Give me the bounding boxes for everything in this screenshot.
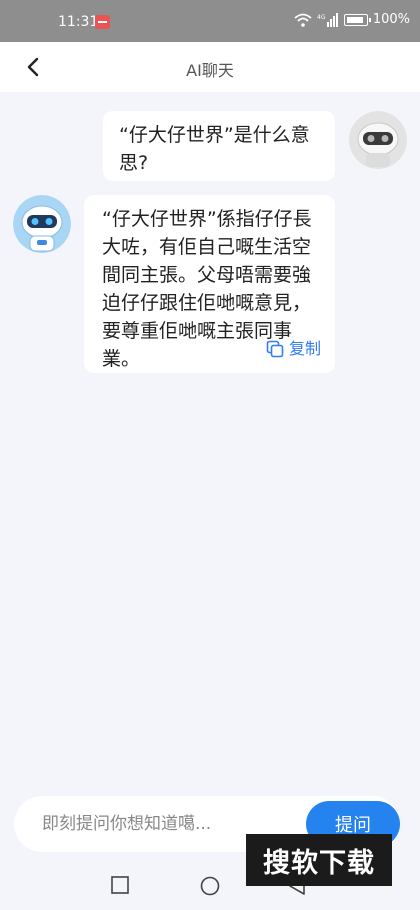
user-message-text: “仔大仔世界”是什么意思?	[119, 124, 310, 174]
status-icons: 4G 100%	[294, 12, 410, 27]
nav-square-icon[interactable]	[111, 876, 129, 894]
app-header: AI聊天	[0, 42, 420, 92]
nav-circle-icon[interactable]	[200, 876, 220, 896]
user-message-bubble: “仔大仔世界”是什么意思?	[103, 111, 335, 181]
battery-percent: 100%	[372, 12, 410, 27]
copy-icon	[266, 340, 284, 358]
app-notification-icon	[95, 15, 110, 29]
ai-message-bubble: “仔大仔世界”係指仔仔長大咗，有佢自己嘅生活空間同主張。父母唔需要強迫仔仔跟住佢…	[84, 195, 335, 373]
wifi-icon	[294, 13, 312, 27]
watermark: 搜软下载	[246, 834, 392, 886]
status-time: 11:31	[58, 14, 99, 30]
status-bar: 11:31 4G 100%	[0, 0, 420, 42]
user-avatar	[349, 111, 407, 169]
copy-label: 复制	[288, 339, 321, 358]
signal-icon: 4G	[317, 12, 338, 27]
page-title: AI聊天	[186, 61, 234, 80]
copy-button[interactable]: 复制	[266, 335, 321, 363]
ai-avatar	[13, 195, 71, 253]
battery-icon	[343, 13, 371, 26]
svg-text:4G: 4G	[317, 14, 326, 21]
